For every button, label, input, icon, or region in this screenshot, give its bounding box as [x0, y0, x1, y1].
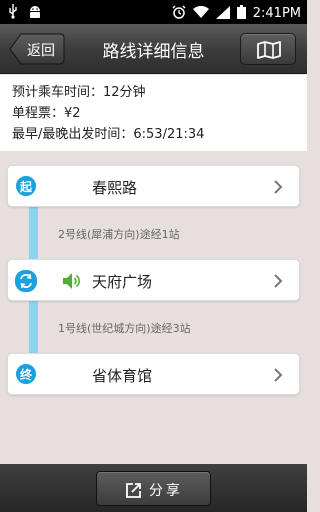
route-list: 春熙路 起 2号线(犀浦方向)途经1站 天府广场 1号线(世纪城方向)途经3站: [0, 151, 307, 464]
end-badge: 终: [15, 363, 37, 385]
fare-text: 单程票：¥2: [12, 106, 81, 121]
status-time: 2:41PM: [252, 6, 301, 21]
segment-text: 1号线(世纪城方向)途经3站: [58, 322, 191, 335]
transfer-icon: [14, 269, 38, 293]
chevron-right-icon: [274, 179, 283, 198]
bottom-bar: 分享: [0, 464, 307, 512]
segment-text: 2号线(犀浦方向)途经1站: [58, 228, 180, 241]
speaker-icon[interactable]: [62, 272, 80, 294]
route-summary: 预计乘车时间：12分钟 单程票：¥2 最早/最晚出发时间：6:53/21:34: [0, 75, 307, 151]
ride-time-text: 预计乘车时间：12分钟: [12, 85, 146, 100]
title-bar: 返回 路线详细信息: [0, 24, 307, 74]
wifi-icon: [192, 4, 209, 23]
usb-icon: [8, 4, 18, 23]
start-badge: 起: [15, 175, 37, 197]
chevron-right-icon: [274, 367, 283, 386]
signal-icon: [215, 4, 230, 23]
battery-icon: [236, 4, 246, 23]
map-button[interactable]: [240, 33, 296, 65]
share-button[interactable]: 分享: [96, 471, 211, 506]
stop-card-start[interactable]: 春熙路: [7, 165, 300, 207]
status-bar: 2:41PM: [0, 0, 307, 24]
stop-card-end[interactable]: 省体育馆: [7, 353, 300, 395]
alarm-icon: [172, 4, 186, 23]
share-label: 分享: [149, 483, 183, 499]
first-last-time-text: 最早/最晚出发时间：6:53/21:34: [12, 127, 205, 142]
stop-name: 春熙路: [92, 179, 138, 197]
chevron-right-icon: [274, 273, 283, 292]
stop-name: 省体育馆: [92, 367, 153, 385]
stop-card-transfer[interactable]: 天府广场: [7, 259, 300, 301]
stop-name: 天府广场: [92, 273, 153, 291]
android-icon: [28, 4, 42, 23]
